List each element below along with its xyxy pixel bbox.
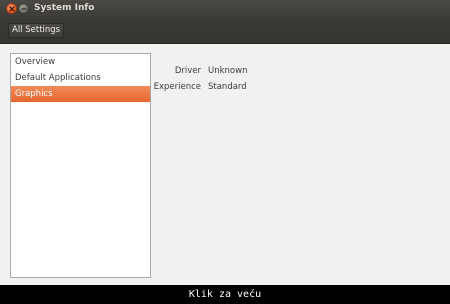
close-button[interactable] — [6, 3, 17, 14]
system-info-window: System Info All Settings Overview Defaul… — [0, 0, 450, 285]
screenshot-stage: System Info All Settings Overview Defaul… — [0, 0, 450, 304]
experience-label: Experience — [153, 82, 201, 92]
toolbar: All Settings — [0, 18, 450, 44]
sidebar-item-overview[interactable]: Overview — [11, 54, 150, 70]
all-settings-button[interactable]: All Settings — [8, 23, 65, 38]
window-title: System Info — [34, 3, 95, 13]
enlarge-caption-link[interactable]: Klik za veću — [0, 289, 450, 301]
minimize-icon — [20, 7, 27, 10]
driver-label: Driver — [174, 66, 201, 76]
close-icon — [8, 5, 15, 12]
minimize-button[interactable] — [18, 3, 29, 14]
sidebar-item-default-applications[interactable]: Default Applications — [11, 70, 150, 86]
sidebar-item-graphics[interactable]: Graphics — [11, 86, 150, 102]
title-bar[interactable]: System Info — [0, 0, 450, 18]
sidebar-list: Overview Default Applications Graphics — [10, 53, 151, 278]
driver-value: Unknown — [208, 66, 248, 76]
experience-value: Standard — [208, 82, 247, 92]
